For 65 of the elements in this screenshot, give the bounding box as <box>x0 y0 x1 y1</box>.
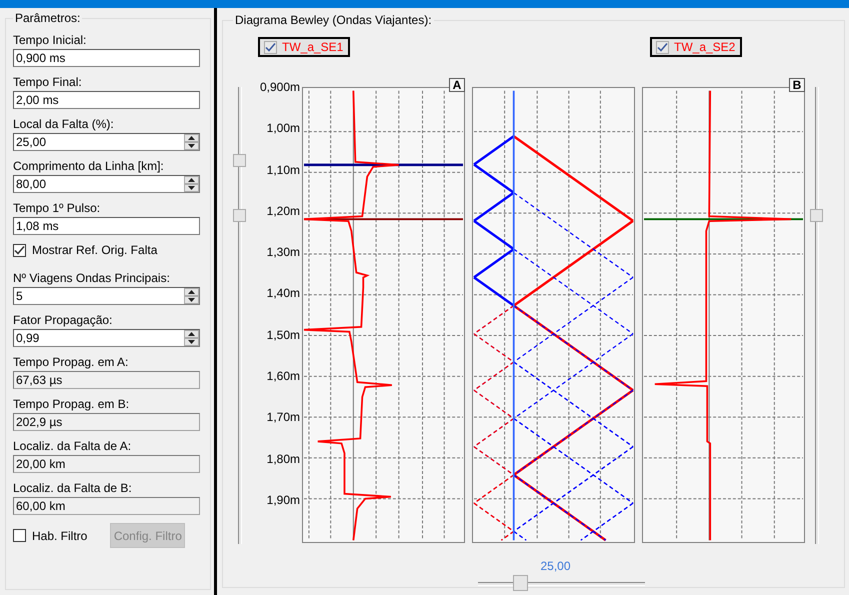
field-label: Tempo Propag. em A: <box>13 355 130 369</box>
down-arrow-icon <box>188 340 195 344</box>
field-label: Local da Falta (%): <box>13 117 115 131</box>
slider-thumb[interactable] <box>810 208 823 222</box>
field-label: Tempo Inicial: <box>13 33 88 47</box>
spin-down-button[interactable] <box>184 184 199 192</box>
checkmark-icon <box>265 42 276 52</box>
group-title: Parâmetros: <box>14 11 82 25</box>
axis-label: 1,60m <box>266 369 300 386</box>
spin-up-button[interactable] <box>184 288 199 296</box>
checkbox-label: Mostrar Ref. Orig. Falta <box>32 243 158 257</box>
slider-thumb[interactable] <box>512 575 528 591</box>
readonly-field: 60,00 km <box>13 497 200 515</box>
axis-label: 0,900m <box>260 80 300 96</box>
spin-field[interactable]: 25,00 <box>13 133 200 151</box>
panel-label: A <box>449 78 465 92</box>
axis-label: 1,10m <box>266 162 300 179</box>
checkmark-icon <box>14 244 25 256</box>
spin-down-button[interactable] <box>184 142 199 150</box>
field-label: Localiz. da Falta de B: <box>13 481 133 495</box>
slider-thumb[interactable] <box>233 154 246 168</box>
spin-down-button[interactable] <box>184 296 199 304</box>
up-arrow-icon <box>188 136 195 140</box>
checkbox[interactable] <box>13 529 26 542</box>
field-label: Localiz. da Falta de A: <box>13 439 132 453</box>
readonly-field: 202,9 µs <box>13 413 200 431</box>
axis-label: 1,00m <box>266 121 300 138</box>
axis-label: 1,50m <box>266 328 300 344</box>
slider-thumb[interactable] <box>233 208 246 222</box>
group-title: Diagrama Bewley (Ondas Viajantes): <box>234 13 433 27</box>
down-arrow-icon <box>188 298 195 302</box>
input-field[interactable]: 2,00 ms <box>13 91 200 109</box>
field-label: Tempo 1º Pulso: <box>13 201 102 215</box>
spin-up-button[interactable] <box>184 134 199 142</box>
axis-label: 1,80m <box>266 452 300 468</box>
down-arrow-icon <box>188 144 195 148</box>
input-field[interactable]: 1,08 ms <box>13 217 200 235</box>
spin-down-button[interactable] <box>184 338 199 346</box>
axis-label: 1,90m <box>266 492 300 509</box>
field-label: Tempo Propag. em B: <box>13 397 130 411</box>
field-label: Comprimento da Linha [km]: <box>13 159 165 173</box>
up-arrow-icon <box>188 178 195 182</box>
up-arrow-icon <box>188 332 195 336</box>
panel-label: B <box>789 78 805 92</box>
field-label: Nº Viagens Ondas Principais: <box>13 271 171 285</box>
axis-label: 1,30m <box>266 245 300 262</box>
field-label: Fator Propagação: <box>13 313 114 327</box>
checkbox-label: Hab. Filtro <box>32 528 88 542</box>
checkbox[interactable] <box>13 244 26 256</box>
readonly-field: 67,63 µs <box>13 371 200 389</box>
up-arrow-icon <box>188 290 195 294</box>
down-arrow-icon <box>188 186 195 190</box>
spin-field[interactable]: 5 <box>13 287 200 305</box>
checkmark-icon <box>657 42 668 52</box>
axis-label: 1,20m <box>266 204 300 220</box>
slider-value: 25,00 <box>540 559 571 573</box>
axis-label: 1,70m <box>266 410 300 426</box>
input-field[interactable]: 0,900 ms <box>13 49 200 67</box>
spin-field[interactable]: 80,00 <box>13 175 200 193</box>
axis-label: 1,40m <box>266 286 300 302</box>
field-label: Tempo Final: <box>13 75 83 89</box>
spin-up-button[interactable] <box>184 176 199 184</box>
spin-up-button[interactable] <box>184 330 199 338</box>
spin-field[interactable]: 0,99 <box>13 329 200 347</box>
readonly-field: 20,00 km <box>13 455 200 473</box>
